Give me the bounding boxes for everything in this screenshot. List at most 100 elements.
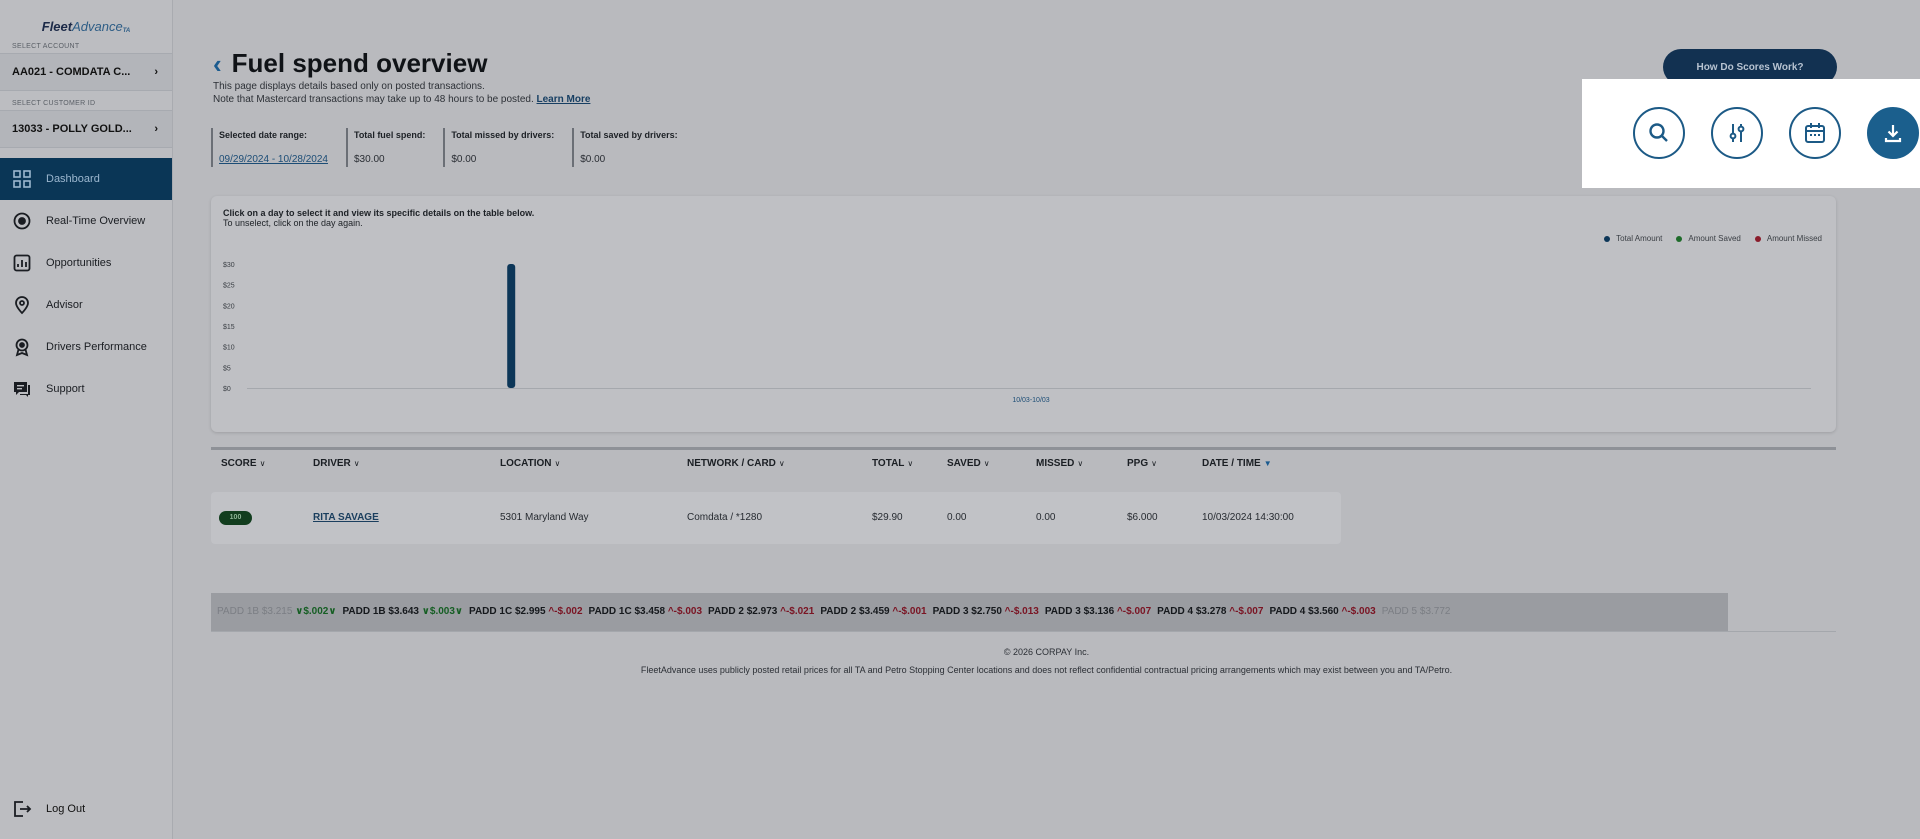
- ticker-price: PADD 2 $3.459: [820, 606, 893, 617]
- ppg-cell: $6.000: [1127, 512, 1158, 523]
- action-toolbar: [1582, 79, 1920, 188]
- sidebar-item-label: Support: [46, 383, 85, 395]
- column-header-date-time[interactable]: DATE / TIME ▼: [1202, 458, 1272, 469]
- ticker-price: PADD 4 $3.560: [1269, 606, 1342, 617]
- column-label: DATE / TIME: [1202, 458, 1261, 469]
- account-label: SELECT ACCOUNT: [12, 43, 80, 50]
- column-label: LOCATION: [500, 458, 552, 469]
- stat-total-saved: Total saved by drivers: $0.00: [572, 128, 687, 167]
- sidebar-item-drivers-performance[interactable]: Drivers Performance: [0, 326, 172, 368]
- logo-accent-text: Advance: [72, 19, 123, 34]
- column-header-saved[interactable]: SAVED ∨: [947, 458, 990, 469]
- ticker-price: PADD 1B $3.215: [217, 606, 296, 617]
- y-tick-label: $15: [223, 324, 235, 331]
- ticker-change: ^-$.007: [1229, 606, 1264, 617]
- mastercard-note: Note that Mastercard transactions may ta…: [213, 94, 534, 105]
- fleetadvance-logo[interactable]: Fleet Advance TA: [0, 0, 172, 40]
- ticker-change: ∨$.003∨: [421, 606, 464, 617]
- column-label: SAVED: [947, 458, 981, 469]
- logo-mark: TA: [122, 28, 131, 34]
- search-button[interactable]: [1633, 107, 1685, 159]
- chevron-left-icon[interactable]: ‹: [213, 51, 222, 77]
- sidebar-item-label: Drivers Performance: [46, 341, 147, 353]
- ticker-item: PADD 3 $2.750 ^-$.013: [933, 606, 1039, 617]
- ticker-item: PADD 5 $3.772: [1382, 606, 1451, 617]
- learn-more-link[interactable]: Learn More: [537, 94, 591, 105]
- customer-select[interactable]: 13033 - POLLY GOLD... ›: [0, 110, 172, 148]
- bar-total-amount[interactable]: [507, 264, 516, 388]
- filter-button[interactable]: [1711, 107, 1763, 159]
- calendar-button[interactable]: [1789, 107, 1841, 159]
- ticker-price: PADD 4 $3.278: [1157, 606, 1230, 617]
- ticker-item: PADD 4 $3.278 ^-$.007: [1157, 606, 1263, 617]
- search-icon: [1649, 123, 1668, 142]
- column-header-driver[interactable]: DRIVER ∨: [313, 458, 360, 469]
- date-range-link[interactable]: 09/29/2024 - 10/28/2024: [219, 154, 328, 165]
- location-pin-icon: [15, 296, 29, 315]
- customer-label: SELECT CUSTOMER ID: [12, 100, 96, 107]
- logout-button[interactable]: Log Out: [12, 799, 85, 819]
- column-header-total[interactable]: TOTAL ∨: [872, 458, 913, 469]
- y-tick-label: $25: [223, 283, 235, 290]
- stat-value: $0.00: [580, 154, 606, 165]
- column-label: MISSED: [1036, 458, 1075, 469]
- sidebar-item-label: Opportunities: [46, 257, 112, 269]
- download-button[interactable]: [1867, 107, 1919, 159]
- ticker-change: ∨$.002∨: [295, 606, 337, 617]
- ticker-change: ^-$.007: [1116, 606, 1152, 617]
- column-header-location[interactable]: LOCATION ∨: [500, 458, 560, 469]
- column-header-network-card[interactable]: NETWORK / CARD ∨: [687, 458, 785, 469]
- record-icon: [13, 212, 31, 230]
- table-row[interactable]: 100 RITA SAVAGE 5301 Maryland Way Comdat…: [211, 492, 1341, 544]
- sidebar-item-opportunities[interactable]: Opportunities: [0, 242, 172, 284]
- chat-icon: [14, 382, 30, 397]
- column-label: PPG: [1127, 458, 1149, 469]
- saved-cell: 0.00: [947, 512, 967, 523]
- ticker-price: PADD 2 $2.973: [708, 606, 781, 617]
- ticker-change: ^-$.003: [1341, 606, 1376, 617]
- sidebar: Fleet Advance TA SELECT ACCOUNT AA021 - CO…: [0, 0, 173, 839]
- x-axis-selected-range-label: 10/03-10/03: [1012, 397, 1049, 404]
- stat-value: $30.00: [353, 154, 385, 165]
- page-footer: © 2026 CORPAY Inc. FleetAdvance uses pub…: [173, 643, 1920, 679]
- ticker-change: ^-$.021: [780, 606, 815, 617]
- page-subtitle: This page displays details based only on…: [213, 81, 485, 92]
- y-tick-label: $0: [223, 386, 231, 393]
- chevron-right-icon: ›: [154, 123, 158, 135]
- ticker-price: PADD 1C $3.458: [588, 606, 668, 617]
- sidebar-item-dashboard[interactable]: Dashboard: [0, 158, 172, 200]
- sidebar-item-label: Advisor: [46, 299, 83, 311]
- bar-chart[interactable]: $30 $25 $20 $15 $10 $5 $0 10/03-10/03: [211, 196, 1836, 432]
- column-header-score[interactable]: SCORE ∨: [221, 458, 265, 469]
- stat-label: Total missed by drivers:: [451, 130, 555, 140]
- sliders-icon: [1729, 124, 1745, 142]
- ticker-item: PADD 1C $3.458 ^-$.003: [589, 606, 703, 617]
- page-title: Fuel spend overview: [231, 48, 488, 78]
- column-header-ppg[interactable]: PPG ∨: [1127, 458, 1157, 469]
- sidebar-item-advisor[interactable]: Advisor: [0, 284, 172, 326]
- sidebar-item-real-time-overview[interactable]: Real-Time Overview: [0, 200, 172, 242]
- download-icon: [1884, 125, 1902, 143]
- column-header-missed[interactable]: MISSED ∨: [1036, 458, 1083, 469]
- logout-label: Log Out: [46, 803, 86, 815]
- column-label: DRIVER: [313, 458, 351, 469]
- ticker-item: PADD 2 $2.973 ^-$.021: [708, 606, 814, 617]
- ticker-price: PADD 3 $3.136: [1044, 606, 1117, 617]
- sidebar-item-support[interactable]: Support: [0, 368, 172, 410]
- award-icon: [15, 338, 29, 357]
- ticker-change: ^-$.003: [667, 606, 703, 617]
- customer-value: 13033 - POLLY GOLD...: [12, 123, 132, 135]
- logo-text: Fleet: [41, 19, 73, 34]
- disclaimer-text: FleetAdvance uses publicly posted retail…: [640, 665, 1453, 675]
- ticker-change: ^-$.001: [892, 606, 927, 617]
- fuel-spend-chart-panel: Click on a day to select it and view its…: [211, 196, 1836, 432]
- ticker-item: PADD 2 $3.459 ^-$.001: [820, 606, 926, 617]
- driver-link[interactable]: RITA SAVAGE: [313, 512, 379, 523]
- calendar-icon: [1805, 123, 1825, 143]
- y-tick-label: $5: [223, 365, 231, 372]
- missed-cell: 0.00: [1036, 512, 1056, 523]
- ticker-change: ^-$.013: [1004, 606, 1039, 617]
- stat-label: Selected date range:: [219, 130, 308, 140]
- account-select[interactable]: AA021 - COMDATA C... ›: [0, 53, 172, 91]
- sidebar-nav: Dashboard Real-Time Overview Opportuniti…: [0, 158, 172, 410]
